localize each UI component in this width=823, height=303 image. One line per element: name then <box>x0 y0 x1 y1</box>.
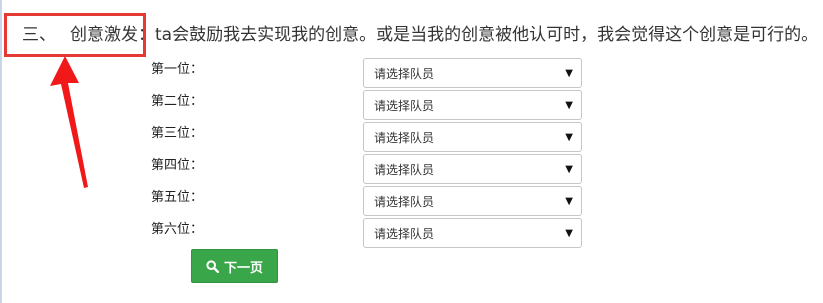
next-page-label: 下一页 <box>223 260 263 276</box>
question-text: ta会鼓励我去实现我的创意。或是当我的创意被他认可时，我会觉得这个创意是可行的。 <box>155 25 819 45</box>
rank-select-2[interactable]: 请选择队员 ▼ <box>363 90 582 120</box>
caret-down-icon: ▼ <box>565 132 573 143</box>
rank-label-2: 第二位： <box>151 94 204 109</box>
rank-row-5: 第五位： 请选择队员 ▼ <box>151 186 583 216</box>
caret-down-icon: ▼ <box>565 100 573 111</box>
rank-select-5[interactable]: 请选择队员 ▼ <box>363 186 582 216</box>
rank-select-value-5: 请选择队员 <box>374 195 435 209</box>
rank-select-value-1: 请选择队员 <box>374 67 435 81</box>
caret-down-icon: ▼ <box>565 164 573 175</box>
rank-row-1: 第一位： 请选择队员 ▼ <box>151 58 583 88</box>
caret-down-icon: ▼ <box>565 68 573 79</box>
rank-label-6: 第六位： <box>151 222 204 237</box>
next-page-button[interactable]: 下一页 <box>191 249 278 283</box>
rank-label-3: 第三位： <box>151 126 204 141</box>
rank-label-5: 第五位： <box>151 190 204 205</box>
rank-label-1: 第一位： <box>151 62 204 77</box>
rank-label-4: 第四位： <box>151 158 204 173</box>
rank-row-2: 第二位： 请选择队员 ▼ <box>151 90 583 120</box>
rank-row-4: 第四位： 请选择队员 ▼ <box>151 154 583 184</box>
rank-select-1[interactable]: 请选择队员 ▼ <box>363 58 582 88</box>
page-left-border <box>0 0 2 303</box>
annotation-arrow <box>50 56 88 188</box>
rank-select-value-6: 请选择队员 <box>374 227 435 241</box>
rank-row-6: 第六位： 请选择队员 ▼ <box>151 218 583 248</box>
rank-row-3: 第三位： 请选择队员 ▼ <box>151 122 583 152</box>
rank-select-4[interactable]: 请选择队员 ▼ <box>363 154 582 184</box>
caret-down-icon: ▼ <box>565 196 573 207</box>
rank-select-6[interactable]: 请选择队员 ▼ <box>363 218 582 248</box>
rank-select-value-4: 请选择队员 <box>374 163 435 177</box>
search-icon <box>206 259 219 273</box>
annotation-highlight-box <box>4 13 146 57</box>
caret-down-icon: ▼ <box>565 228 573 239</box>
rank-select-value-2: 请选择队员 <box>374 99 435 113</box>
rank-select-value-3: 请选择队员 <box>374 131 435 145</box>
rank-select-3[interactable]: 请选择队员 ▼ <box>363 122 582 152</box>
